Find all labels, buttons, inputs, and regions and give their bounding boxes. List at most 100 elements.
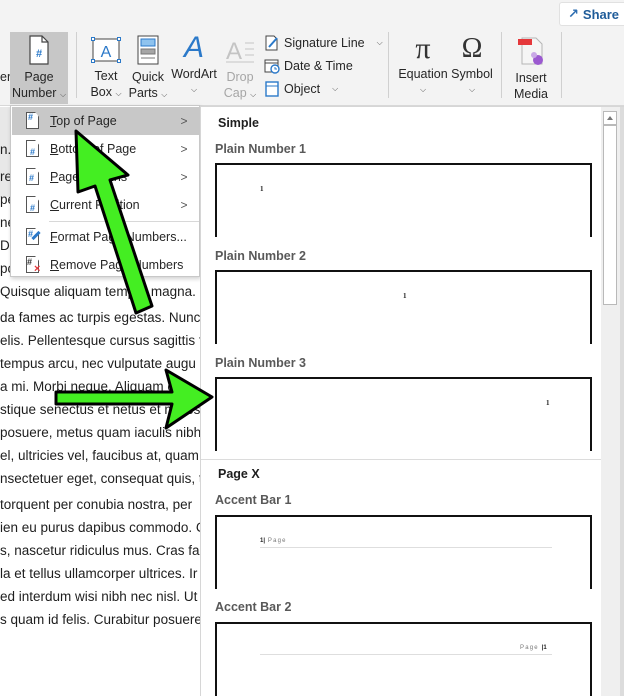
chevron-down-icon: ⌵ (190, 85, 198, 94)
page-top-icon: # (25, 112, 41, 130)
page-number-label-1: Page (24, 70, 54, 84)
menu-separator (49, 221, 199, 222)
hash-glyph: # (27, 257, 33, 267)
scroll-up-button[interactable] (603, 111, 617, 125)
text-box-button[interactable]: A Text Box ⌵ (86, 32, 126, 104)
page-number-sample: 1 (403, 292, 407, 300)
gallery-scrollbar[interactable] (601, 107, 624, 696)
format-page-numbers-icon: # (25, 228, 41, 246)
wordart-button[interactable]: A WordArt ⌵ (170, 32, 218, 104)
menu-item-page-bottom[interactable]: # Bottom of Page > (12, 135, 200, 163)
gallery-item-title: Plain Number 2 (215, 249, 306, 263)
quick-parts-button[interactable]: Quick Parts ⌵ (128, 32, 168, 104)
gallery-item-plain-number-2[interactable]: 1 (215, 270, 592, 344)
insert-media-button[interactable]: Insert Media (508, 32, 554, 104)
gallery-item-accent-bar-1[interactable]: 1| Page (215, 515, 592, 589)
top-of-page-gallery: Simple Plain Number 1 1 Plain Number 2 1… (200, 106, 624, 696)
page-number-button[interactable]: # Page Number ⌵ (10, 32, 68, 104)
menu-item-page-top[interactable]: # Top of Page > (12, 107, 200, 135)
chevron-down-icon: ⌵ (59, 90, 67, 99)
object-button[interactable]: Object ⌵ (264, 79, 338, 99)
chevron-right-icon: > (180, 114, 188, 128)
page-margins-icon: # (25, 168, 41, 186)
quick-parts-label-1: Quick (132, 70, 164, 84)
document-text-line: elis. Pellentesque cursus sagittis f (0, 333, 203, 348)
page-number-menu: # Top of Page > # Bottom of Page > # Page Margi… (10, 105, 200, 277)
document-text-line: la et tellus ullamcorper ultrices. Ir (0, 566, 198, 581)
menu-item-format-page-numbers[interactable]: # Format Page Numbers... (12, 223, 200, 251)
pi-icon: π (415, 32, 431, 65)
menu-item-label: Remove Page Numbers (50, 258, 200, 272)
chevron-down-icon: ⌵ (115, 89, 122, 98)
current-position-icon: # (25, 196, 41, 214)
gallery-item-accent-bar-2[interactable]: Page |1 (215, 622, 592, 696)
menu-item-page-margins[interactable]: # Page Margins > (12, 163, 200, 191)
share-label: Share (582, 6, 620, 22)
calendar-clock-icon (264, 59, 280, 74)
symbol-button[interactable]: Ω Symbol ⌵ (450, 32, 494, 104)
document-text-line: da fames ac turpis egestas. Nunc a (0, 310, 210, 325)
page-number-sample: 1 (546, 399, 550, 407)
ribbon-separator (501, 32, 502, 98)
menu-item-label: Page Margins (50, 170, 174, 184)
hash-glyph: # (28, 112, 34, 122)
chevron-right-icon: > (180, 170, 188, 184)
hash-glyph: # (29, 173, 35, 183)
sample-number: 1 (543, 645, 547, 651)
gallery-section-divider (201, 459, 601, 460)
chevron-down-icon: ⌵ (468, 85, 476, 94)
page-number-label-2: Number ⌵ (12, 85, 66, 103)
menu-item-label-rest: urrent Position (59, 198, 140, 212)
quick-parts-icon (137, 35, 159, 65)
date-time-button[interactable]: Date & Time (264, 56, 353, 76)
hash-glyph: # (30, 147, 36, 157)
menu-item-label: Current Position (50, 198, 174, 212)
gallery-section-heading: Simple (218, 116, 259, 130)
gallery-item-plain-number-1[interactable]: 1 (215, 163, 592, 237)
document-text-line: el, ultricies vel, faucibus at, quam. (0, 448, 203, 463)
svg-text:A: A (101, 44, 112, 61)
equation-label: Equation (398, 67, 448, 81)
sample-word: Page (520, 645, 539, 651)
scroll-thumb[interactable] (603, 125, 617, 305)
document-text-line: torquent per conubia nostra, per (0, 497, 193, 512)
document-text-line: Quisque aliquam tempor magna. (0, 284, 196, 299)
sample-word: Page (267, 538, 287, 544)
share-icon: ↗ (568, 6, 579, 21)
insert-media-label-1: Insert (515, 71, 547, 85)
wordart-icon: A (183, 31, 204, 64)
menu-item-current-position[interactable]: # Current Position > (12, 191, 200, 219)
page-number-icon: # (29, 35, 49, 65)
accent-bar-sample: Page |1 (520, 645, 547, 651)
chevron-right-icon: > (180, 198, 188, 212)
signature-line-button[interactable]: Signature Line ⌵ (264, 33, 383, 53)
access-key: F (50, 230, 58, 244)
gallery-item-title: Accent Bar 1 (215, 493, 292, 507)
equation-button[interactable]: π Equation ⌵ (398, 32, 448, 104)
menu-item-label-rest: age Margins (58, 170, 128, 184)
menu-item-remove-page-numbers[interactable]: # × Remove Page Numbers (12, 251, 200, 279)
ribbon-separator (388, 32, 389, 98)
document-text-line: s quam id felis. Curabitur posuere (0, 612, 202, 627)
share-button[interactable]: ↗ Share (559, 2, 624, 26)
document-text-line: ien eu purus dapibus commodo. C (0, 520, 206, 535)
insert-media-icon (518, 37, 543, 65)
menu-item-label-rest: ottom of Page (58, 142, 137, 156)
gallery-item-title: Plain Number 1 (215, 142, 306, 156)
ribbon-separator (561, 32, 562, 98)
menu-item-label-rest: ormat Page Numbers... (57, 230, 187, 244)
gallery-item-plain-number-3[interactable]: 1 (215, 377, 592, 451)
date-time-label: Date & Time (284, 59, 353, 73)
quick-parts-label-2: Parts ⌵ (129, 85, 168, 103)
omega-icon: Ω (461, 33, 483, 64)
signature-line-label: Signature Line (284, 36, 365, 50)
quick-parts-label-text: Parts (128, 86, 158, 100)
chevron-down-icon: ⌵ (332, 84, 339, 93)
ribbon-separator (76, 32, 77, 98)
drop-cap-button[interactable]: A Drop Cap ⌵ (222, 32, 258, 104)
text-box-label-text: Box (90, 85, 112, 99)
object-label: Object (284, 82, 321, 96)
sample-separator: | (263, 538, 266, 544)
menu-item-label-rest: emove Page Numbers (59, 258, 184, 272)
wordart-label: WordArt (171, 67, 217, 81)
